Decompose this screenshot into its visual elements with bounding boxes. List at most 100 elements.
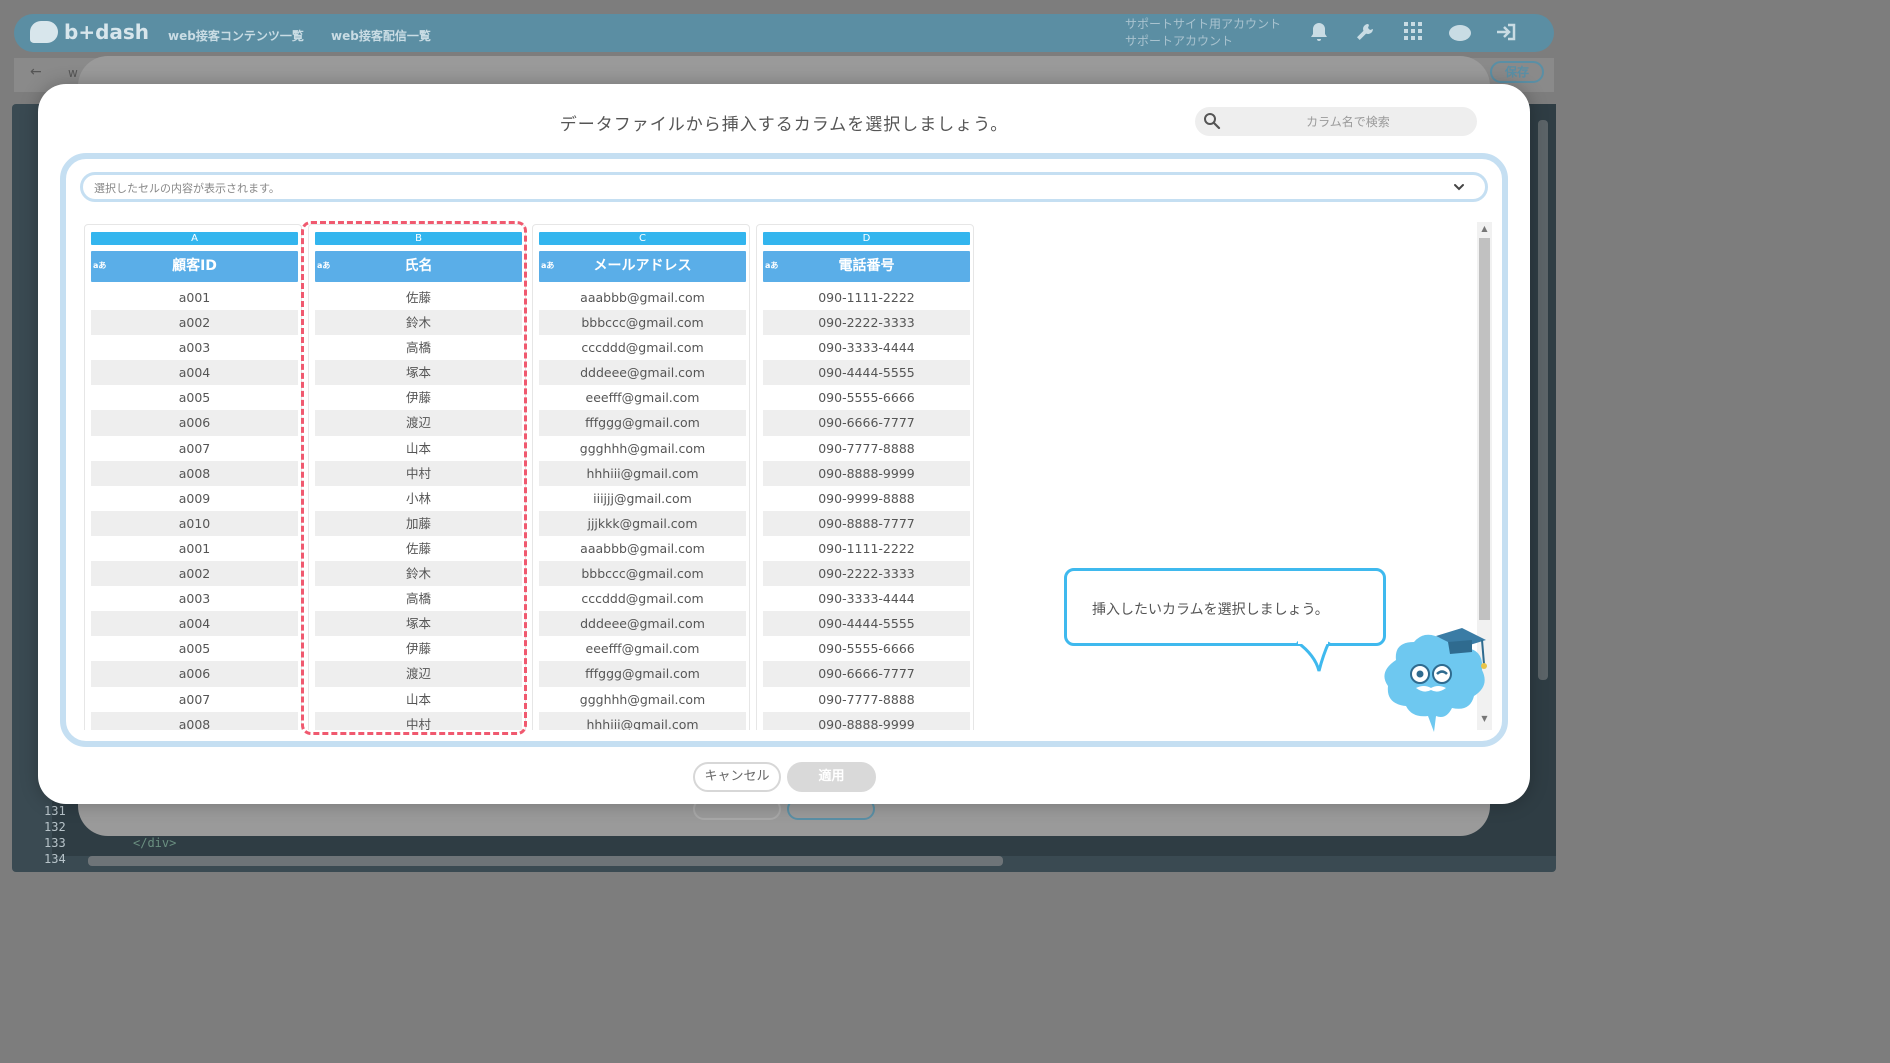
save-button[interactable]: 保存	[1490, 61, 1544, 83]
table-cell[interactable]: a008	[91, 460, 298, 486]
cancel-button[interactable]: キャンセル	[693, 762, 781, 792]
table-cell[interactable]: 090-5555-6666	[763, 385, 970, 410]
table-cell[interactable]: 090-8888-9999	[763, 711, 970, 730]
table-cell[interactable]: 高橋	[315, 335, 522, 360]
table-cell[interactable]: 鈴木	[315, 561, 522, 587]
nav-web-content-list[interactable]: web接客コンテンツ一覧	[168, 27, 304, 44]
table-cell[interactable]: aaabbb@gmail.com	[539, 536, 746, 561]
table-cell[interactable]: dddeee@gmail.com	[539, 360, 746, 386]
table-cell[interactable]: 090-8888-7777	[763, 510, 970, 536]
table-cell[interactable]: 090-7777-8888	[763, 687, 970, 712]
column-search-input[interactable]	[1228, 110, 1468, 134]
table-cell[interactable]: 090-4444-5555	[763, 611, 970, 637]
table-cell[interactable]: 佐藤	[315, 285, 522, 310]
table-cell[interactable]: a001	[91, 285, 298, 310]
table-cell[interactable]: ggghhh@gmail.com	[539, 436, 746, 461]
cloud-icon[interactable]	[1448, 22, 1471, 44]
table-cell[interactable]: a007	[91, 436, 298, 461]
column-header[interactable]: 電話番号	[763, 251, 970, 282]
table-cell[interactable]: a001	[91, 536, 298, 561]
table-cell[interactable]: a003	[91, 335, 298, 360]
table-cell[interactable]: 中村	[315, 711, 522, 730]
table-cell[interactable]: 鈴木	[315, 310, 522, 336]
chevron-down-icon[interactable]	[1452, 180, 1466, 194]
table-cell[interactable]: 塚本	[315, 611, 522, 637]
table-cell[interactable]: eeefff@gmail.com	[539, 636, 746, 661]
table-cell[interactable]: a002	[91, 310, 298, 336]
table-cell[interactable]: a009	[91, 486, 298, 511]
table-cell[interactable]: 090-9999-8888	[763, 486, 970, 511]
table-cell[interactable]: 090-5555-6666	[763, 636, 970, 661]
table-cell[interactable]: 090-6666-7777	[763, 410, 970, 436]
editor-vertical-scrollbar[interactable]	[1538, 120, 1548, 680]
table-cell[interactable]: 090-2222-3333	[763, 561, 970, 587]
table-cell[interactable]: 加藤	[315, 510, 522, 536]
table-cell[interactable]: 佐藤	[315, 536, 522, 561]
column-header[interactable]: 氏名	[315, 251, 522, 282]
table-cell[interactable]: a006	[91, 410, 298, 436]
table-cell[interactable]: iiijjj@gmail.com	[539, 486, 746, 511]
grid-scroll-thumb[interactable]	[1479, 238, 1490, 620]
table-cell[interactable]: hhhiii@gmail.com	[539, 460, 746, 486]
table-cell[interactable]: 高橋	[315, 586, 522, 611]
editor-horizontal-scrollbar[interactable]	[88, 856, 1003, 866]
table-cell[interactable]: cccddd@gmail.com	[539, 586, 746, 611]
table-cell[interactable]: bbbccc@gmail.com	[539, 310, 746, 336]
table-cell[interactable]: a007	[91, 687, 298, 712]
logout-icon[interactable]	[1495, 22, 1517, 44]
apply-button[interactable]: 適用	[787, 762, 876, 792]
table-cell[interactable]: 中村	[315, 460, 522, 486]
column-c[interactable]: C メールアドレス aあ aaabbb@gmail.com bbbccc@gma…	[532, 224, 750, 730]
table-cell[interactable]: bbbccc@gmail.com	[539, 561, 746, 587]
back-arrow-icon[interactable]: ←	[30, 64, 42, 80]
table-cell[interactable]: 小林	[315, 486, 522, 511]
table-cell[interactable]: dddeee@gmail.com	[539, 611, 746, 637]
table-cell[interactable]: 山本	[315, 687, 522, 712]
table-cell[interactable]: a005	[91, 385, 298, 410]
table-cell[interactable]: 渡辺	[315, 410, 522, 436]
cell-content-display[interactable]	[80, 172, 1488, 202]
table-cell[interactable]: 渡辺	[315, 661, 522, 687]
table-cell[interactable]: 090-3333-4444	[763, 586, 970, 611]
table-cell[interactable]: a003	[91, 586, 298, 611]
table-cell[interactable]: 090-6666-7777	[763, 661, 970, 687]
column-a[interactable]: A 顧客ID aあ a001 a002 a003 a004 a005 a006 …	[84, 224, 302, 730]
column-header[interactable]: 顧客ID	[91, 251, 298, 282]
table-cell[interactable]: a004	[91, 360, 298, 386]
table-cell[interactable]: 090-3333-4444	[763, 335, 970, 360]
table-cell[interactable]: 伊藤	[315, 636, 522, 661]
table-cell[interactable]: 山本	[315, 436, 522, 461]
table-cell[interactable]: eeefff@gmail.com	[539, 385, 746, 410]
table-cell[interactable]: 090-8888-9999	[763, 460, 970, 486]
table-cell[interactable]: a006	[91, 661, 298, 687]
table-cell[interactable]: hhhiii@gmail.com	[539, 711, 746, 730]
table-cell[interactable]: a002	[91, 561, 298, 587]
table-cell[interactable]: a008	[91, 711, 298, 730]
grid-icon[interactable]	[1402, 22, 1424, 44]
table-cell[interactable]: 伊藤	[315, 385, 522, 410]
table-cell[interactable]: aaabbb@gmail.com	[539, 285, 746, 310]
table-cell[interactable]: 090-2222-3333	[763, 310, 970, 336]
table-cell[interactable]: fffggg@gmail.com	[539, 661, 746, 687]
scroll-up-arrow-icon[interactable]: ▲	[1478, 224, 1491, 233]
table-cell[interactable]: 090-1111-2222	[763, 536, 970, 561]
column-d[interactable]: D 電話番号 aあ 090-1111-2222 090-2222-3333 09…	[756, 224, 974, 730]
table-cell[interactable]: fffggg@gmail.com	[539, 410, 746, 436]
table-cell[interactable]: a005	[91, 636, 298, 661]
wrench-icon[interactable]	[1354, 22, 1376, 44]
table-cell[interactable]: 090-4444-5555	[763, 360, 970, 386]
account-info[interactable]: サポートサイト用アカウント サポートアカウント	[1125, 16, 1281, 50]
bell-icon[interactable]	[1308, 22, 1330, 44]
table-cell[interactable]: 090-7777-8888	[763, 436, 970, 461]
table-cell[interactable]: ggghhh@gmail.com	[539, 687, 746, 712]
table-cell[interactable]: 塚本	[315, 360, 522, 386]
table-cell[interactable]: a010	[91, 510, 298, 536]
table-cell[interactable]: cccddd@gmail.com	[539, 335, 746, 360]
app-logo[interactable]: b+dash	[30, 20, 149, 44]
table-cell[interactable]: 090-1111-2222	[763, 285, 970, 310]
table-cell[interactable]: jjjkkk@gmail.com	[539, 510, 746, 536]
column-header[interactable]: メールアドレス	[539, 251, 746, 282]
table-cell[interactable]: a004	[91, 611, 298, 637]
nav-web-delivery-list[interactable]: web接客配信一覧	[331, 27, 431, 44]
column-b[interactable]: B 氏名 aあ 佐藤 鈴木 高橋 塚本 伊藤 渡辺 山本 中村 小林 加藤 佐藤…	[308, 224, 526, 730]
